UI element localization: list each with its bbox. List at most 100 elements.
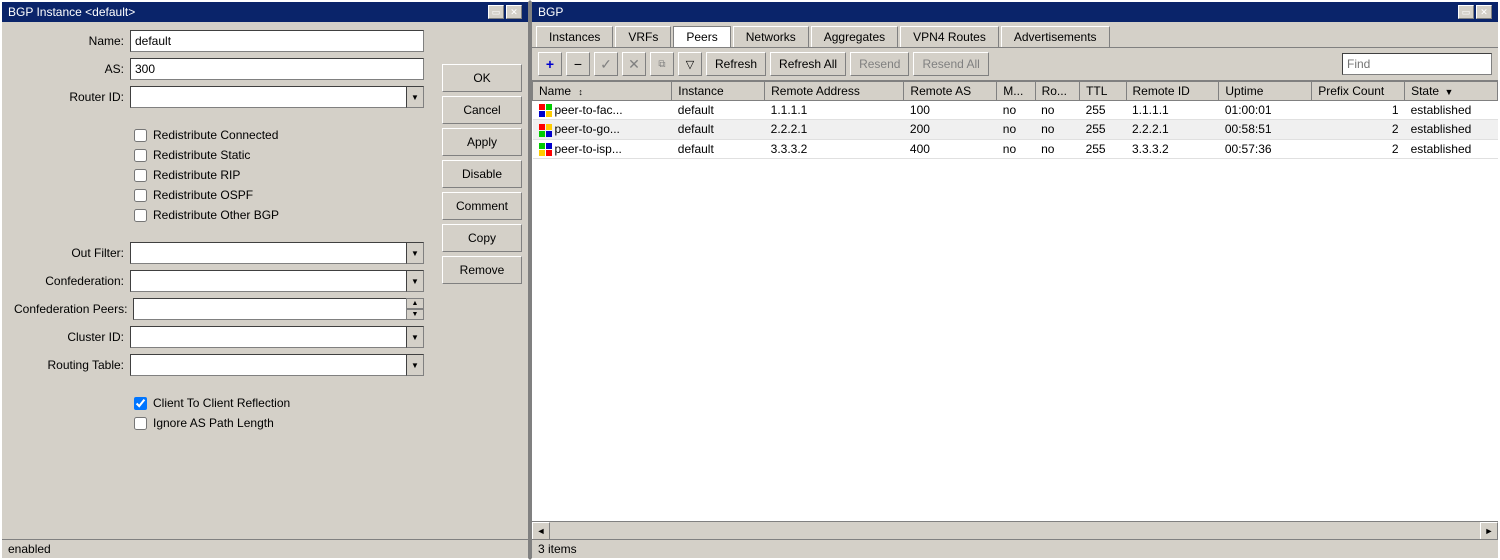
tab-networks[interactable]: Networks xyxy=(733,26,809,47)
refresh-all-button[interactable]: Refresh All xyxy=(770,52,846,76)
confederation-peers-input[interactable] xyxy=(133,298,406,320)
tab-advertisements[interactable]: Advertisements xyxy=(1001,26,1110,47)
right-close-button[interactable]: ✕ xyxy=(1476,5,1492,19)
table-row[interactable]: peer-to-fac... default 1.1.1.1 100 no no… xyxy=(533,101,1498,120)
cell-instance: default xyxy=(672,120,765,139)
ignore-as-path-row: Ignore AS Path Length xyxy=(14,416,424,430)
cell-instance: default xyxy=(672,139,765,158)
client-reflection-checkbox[interactable] xyxy=(134,397,147,410)
redistribute-rip-checkbox[interactable] xyxy=(134,169,147,182)
tab-instances[interactable]: Instances xyxy=(536,26,613,47)
cancel-button[interactable]: Cancel xyxy=(442,96,522,124)
routing-table-dropdown[interactable]: ▼ xyxy=(406,354,424,376)
table-row[interactable]: peer-to-isp... default 3.3.3.2 400 no no… xyxy=(533,139,1498,158)
resend-all-button[interactable]: Resend All xyxy=(913,52,988,76)
out-filter-label: Out Filter: xyxy=(14,246,124,260)
as-input[interactable] xyxy=(130,58,424,80)
confederation-dropdown[interactable]: ▼ xyxy=(406,270,424,292)
redistribute-other-bgp-row: Redistribute Other BGP xyxy=(14,208,424,222)
refresh-button[interactable]: Refresh xyxy=(706,52,766,76)
cell-uptime: 00:57:36 xyxy=(1219,139,1312,158)
cell-ttl: 255 xyxy=(1080,120,1126,139)
disable-button[interactable]: Disable xyxy=(442,160,522,188)
cluster-id-dropdown[interactable]: ▼ xyxy=(406,326,424,348)
cell-name: peer-to-isp... xyxy=(533,139,672,158)
ok-button[interactable]: OK xyxy=(442,64,522,92)
left-close-button[interactable]: ✕ xyxy=(506,5,522,19)
scroll-track[interactable] xyxy=(550,522,1480,539)
col-remote-as[interactable]: Remote AS xyxy=(904,82,997,101)
confederation-input[interactable] xyxy=(130,270,406,292)
router-id-label: Router ID: xyxy=(14,90,124,104)
out-filter-dropdown[interactable]: ▼ xyxy=(406,242,424,264)
router-id-dropdown[interactable]: ▼ xyxy=(406,86,424,108)
confederation-label: Confederation: xyxy=(14,274,124,288)
col-uptime[interactable]: Uptime xyxy=(1219,82,1312,101)
confederation-peers-label: Confederation Peers: xyxy=(14,302,127,316)
out-filter-row: Out Filter: ▼ xyxy=(14,242,424,264)
table-header: Name ↕ Instance Remote Address Remote AS… xyxy=(533,82,1498,101)
cell-state: established xyxy=(1405,139,1498,158)
col-m[interactable]: M... xyxy=(997,82,1035,101)
table-row[interactable]: peer-to-go... default 2.2.2.1 200 no no … xyxy=(533,120,1498,139)
remove-toolbar-button[interactable]: − xyxy=(566,52,590,76)
left-content: Name: AS: Router ID: ▼ Redistribute Co xyxy=(2,22,528,539)
out-filter-input[interactable] xyxy=(130,242,406,264)
resend-button[interactable]: Resend xyxy=(850,52,909,76)
horizontal-scrollbar: ◄ ► xyxy=(532,521,1498,539)
comment-button[interactable]: Comment xyxy=(442,192,522,220)
col-ro[interactable]: Ro... xyxy=(1035,82,1080,101)
tab-aggregates[interactable]: Aggregates xyxy=(811,26,898,47)
ignore-as-path-checkbox[interactable] xyxy=(134,417,147,430)
scroll-left-button[interactable]: ◄ xyxy=(532,522,550,540)
cluster-id-input[interactable] xyxy=(130,326,406,348)
col-instance[interactable]: Instance xyxy=(672,82,765,101)
add-button[interactable]: + xyxy=(538,52,562,76)
confederation-peers-up[interactable]: ▲ xyxy=(406,298,424,309)
cluster-id-row: Cluster ID: ▼ xyxy=(14,326,424,348)
cell-state: established xyxy=(1405,101,1498,120)
name-input[interactable] xyxy=(130,30,424,52)
confederation-peers-down[interactable]: ▼ xyxy=(406,309,424,320)
find-input[interactable] xyxy=(1342,53,1492,75)
check-button[interactable]: ✓ xyxy=(594,52,618,76)
table-body: peer-to-fac... default 1.1.1.1 100 no no… xyxy=(533,101,1498,159)
redistribute-other-bgp-checkbox[interactable] xyxy=(134,209,147,222)
col-prefix-count[interactable]: Prefix Count xyxy=(1312,82,1405,101)
copy-toolbar-button[interactable]: ⧉ xyxy=(650,52,674,76)
redistribute-connected-checkbox[interactable] xyxy=(134,129,147,142)
left-status-bar: enabled xyxy=(2,539,528,558)
tab-peers[interactable]: Peers xyxy=(673,26,730,47)
router-id-row: Router ID: ▼ xyxy=(14,86,424,108)
cell-remote-address: 1.1.1.1 xyxy=(765,101,904,120)
cell-remote-as: 400 xyxy=(904,139,997,158)
remove-button[interactable]: Remove xyxy=(442,256,522,284)
as-row: AS: xyxy=(14,58,424,80)
tab-vrfs[interactable]: VRFs xyxy=(615,26,671,47)
routing-table-input[interactable] xyxy=(130,354,406,376)
redistribute-static-checkbox[interactable] xyxy=(134,149,147,162)
peer-icon xyxy=(539,143,552,156)
confederation-row: Confederation: ▼ xyxy=(14,270,424,292)
col-ttl[interactable]: TTL xyxy=(1080,82,1126,101)
router-id-input[interactable] xyxy=(130,86,406,108)
redistribute-ospf-checkbox[interactable] xyxy=(134,189,147,202)
left-title-bar: BGP Instance <default> ▭ ✕ xyxy=(2,2,528,22)
apply-button[interactable]: Apply xyxy=(442,128,522,156)
x-button[interactable]: ✕ xyxy=(622,52,646,76)
copy-button[interactable]: Copy xyxy=(442,224,522,252)
right-minimize-button[interactable]: ▭ xyxy=(1458,5,1474,19)
cell-instance: default xyxy=(672,101,765,120)
col-remote-id[interactable]: Remote ID xyxy=(1126,82,1219,101)
col-state[interactable]: State ▼ xyxy=(1405,82,1498,101)
confederation-peers-field: ▲ ▼ xyxy=(133,298,424,320)
cell-m: no xyxy=(997,120,1035,139)
scroll-right-button[interactable]: ► xyxy=(1480,522,1498,540)
cell-ttl: 255 xyxy=(1080,101,1126,120)
col-name[interactable]: Name ↕ xyxy=(533,82,672,101)
col-remote-address[interactable]: Remote Address xyxy=(765,82,904,101)
tab-vpn4-routes[interactable]: VPN4 Routes xyxy=(900,26,999,47)
left-minimize-button[interactable]: ▭ xyxy=(488,5,504,19)
redistribute-static-row: Redistribute Static xyxy=(14,148,424,162)
filter-button[interactable]: ▽ xyxy=(678,52,702,76)
